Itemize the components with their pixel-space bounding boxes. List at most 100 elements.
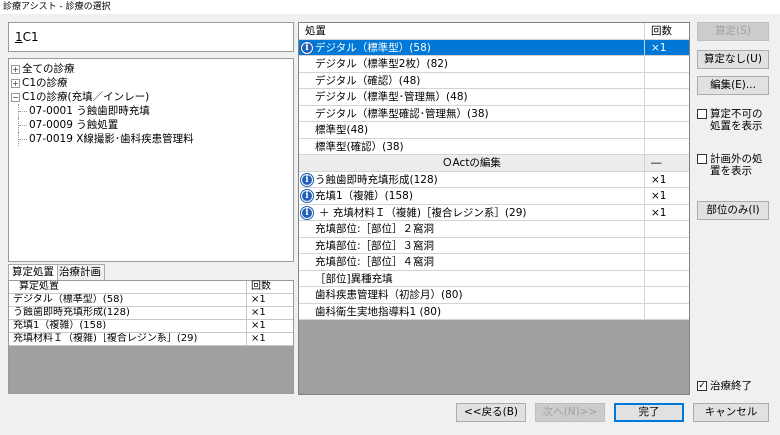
treatment-tree[interactable]: + 全ての診療 + C1の診療 − C1の診療(充填／インレー) 07-0001 う蝕… bbox=[8, 58, 294, 262]
show-unbillable-checkbox[interactable]: 算定不可の 処置を表示 bbox=[697, 108, 763, 132]
column-header-count[interactable]: 回数 bbox=[645, 23, 689, 39]
grid-row[interactable]: ［部位]異種充填 bbox=[299, 270, 689, 287]
next-button[interactable]: 次へ(N)>> bbox=[535, 403, 605, 422]
table-row[interactable]: デジタル（標準型）(58) ×1 bbox=[9, 294, 293, 307]
grid-cell-label: 歯科疾患管理料（初診月）(80) bbox=[315, 289, 463, 301]
grid-row[interactable]: 標準型(48) bbox=[299, 122, 689, 139]
santei-button[interactable]: 算定(S) bbox=[697, 22, 769, 41]
table-row[interactable]: う蝕歯即時充填形成(128) ×1 bbox=[9, 307, 293, 320]
show-unplanned-checkbox[interactable]: 計画外の処 置を表示 bbox=[697, 153, 763, 177]
grid-cell-label: 充填部位:［部位］３窩洞 bbox=[315, 239, 435, 252]
grid-cell-count: ×1 bbox=[651, 190, 667, 202]
table-cell: ×1 bbox=[251, 333, 266, 344]
grid-cell-label: ［部位]異種充填 bbox=[315, 272, 393, 285]
grid-cell-count bbox=[645, 271, 689, 287]
table-cell: ×1 bbox=[251, 307, 266, 318]
grid-cell-shochi: 標準型(48) bbox=[299, 122, 645, 138]
checkbox-box[interactable] bbox=[697, 109, 707, 119]
edit-button[interactable]: 編集(E)... bbox=[697, 76, 769, 95]
grid-row[interactable]: 標準型(確認）(38) bbox=[299, 138, 689, 155]
grid-cell-label: ＋ 充填材料Ｉ（複雑)［複合レジン系］(29) bbox=[319, 206, 527, 219]
grid-cell-count: ×1 bbox=[651, 206, 667, 219]
info-icon[interactable]: i bbox=[301, 41, 313, 54]
checkbox-label: 置を表示 bbox=[710, 165, 752, 177]
tab-santei-shochi[interactable]: 算定処置 bbox=[8, 264, 58, 280]
bui-nomi-button[interactable]: 部位のみ(I) bbox=[697, 201, 769, 220]
grid-cell-label: デジタル（標準型2枚）(82) bbox=[315, 58, 449, 70]
grid-cell-label: 標準型(48) bbox=[315, 124, 369, 136]
grid-row[interactable]: i ＋ 充填材料Ｉ（複雑)［複合レジン系］(29) ×1 bbox=[299, 204, 689, 221]
grid-header: 処置 回数 bbox=[299, 23, 689, 40]
grid-row[interactable]: i 充填1（複雑）(158) ×1 bbox=[299, 188, 689, 205]
back-button[interactable]: <<戻る(B) bbox=[456, 403, 526, 422]
column-header-shochi[interactable]: 処置 bbox=[299, 23, 645, 39]
grid-row[interactable]: 歯科衛生実地指導料1 (80) bbox=[299, 303, 689, 320]
tree-item-07-0009[interactable]: 07-0009 う蝕処置 bbox=[9, 118, 293, 132]
checkbox-label: 算定不可の bbox=[710, 108, 763, 120]
grid-row[interactable]: 充填部位:［部位］２窩洞 bbox=[299, 221, 689, 238]
treatment-end-checkbox[interactable]: ✓ 治療終了 bbox=[697, 380, 752, 392]
info-icon[interactable]: i bbox=[301, 173, 313, 186]
info-icon[interactable]: i bbox=[301, 190, 313, 202]
left-tabs: 算定処置 治療計画 bbox=[8, 264, 105, 280]
grid-cell-count: ×1 bbox=[651, 173, 667, 186]
table-row[interactable]: 充填材料Ｉ（複雑)［複合レジン系］(29) ×1 bbox=[9, 333, 293, 346]
tree-item-c1[interactable]: + C1の診療 bbox=[9, 76, 293, 90]
grid-cell-count: ― bbox=[651, 157, 662, 169]
checkbox-box[interactable] bbox=[697, 154, 707, 164]
grid-row[interactable]: i デジタル（標準型）(58) ×1 bbox=[299, 39, 689, 56]
santei-table: 算定処置 回数 デジタル（標準型）(58) ×1 う蝕歯即時充填形成(128) ×1… bbox=[8, 280, 294, 394]
grid-row[interactable]: 歯科疾患管理料（初診月）(80) bbox=[299, 287, 689, 304]
grid-cell-count bbox=[645, 73, 689, 89]
tree-item-07-0019[interactable]: 07-0019 X線撮影･歯科疾患管理料 bbox=[9, 132, 293, 146]
grid-cell-count bbox=[645, 122, 689, 138]
grid-cell-shochi: デジタル（標準型確認･管理無）(38) bbox=[299, 105, 645, 121]
cancel-button[interactable]: キャンセル bbox=[693, 403, 769, 422]
grid-cell-count bbox=[645, 304, 689, 320]
grid-cell-count bbox=[645, 139, 689, 155]
grid-row[interactable]: デジタル（標準型2枚）(82) bbox=[299, 56, 689, 73]
grid-cell-shochi: 歯科衛生実地指導料1 (80) bbox=[299, 303, 645, 319]
grid-cell-count bbox=[645, 254, 689, 270]
grid-cell-count bbox=[645, 287, 689, 303]
grid-cell-label: 充填部位:［部位］４窩洞 bbox=[315, 256, 435, 268]
tree-item-c1-filling[interactable]: − C1の診療(充填／インレー) bbox=[9, 90, 293, 104]
tree-item-all[interactable]: + 全ての診療 bbox=[9, 62, 293, 76]
table-header: 算定処置 回数 bbox=[9, 281, 293, 294]
grid-cell-shochi: デジタル（確認）(48) bbox=[299, 72, 645, 88]
grid-cell-shochi: 標準型(確認）(38) bbox=[299, 138, 645, 154]
tree-item-07-0001[interactable]: 07-0001 う蝕歯即時充填 bbox=[9, 104, 293, 118]
collapse-icon[interactable]: − bbox=[11, 92, 20, 102]
info-icon[interactable]: i bbox=[301, 206, 313, 219]
check-icon[interactable]: ✓ bbox=[697, 381, 707, 391]
expand-icon[interactable]: + bbox=[11, 78, 20, 88]
grid-cell-shochi: i デジタル（標準型）(58) bbox=[299, 39, 645, 55]
tree-item-label: C1の診療 bbox=[22, 77, 68, 89]
expand-icon[interactable]: + bbox=[11, 64, 20, 74]
checkbox-label: 計画外の処 bbox=[710, 153, 763, 165]
grid-row[interactable]: デジタル（確認）(48) bbox=[299, 72, 689, 89]
table-cell: ×1 bbox=[251, 294, 266, 305]
done-button[interactable]: 完了 bbox=[614, 403, 684, 422]
grid-row[interactable]: i う蝕歯即時充填形成(128) ×1 bbox=[299, 171, 689, 188]
code-input[interactable]: 1C1 bbox=[8, 22, 294, 52]
shochi-grid[interactable]: 処置 回数 i デジタル（標準型）(58) ×1 デジタル（標準型2枚）(82) デジタ… bbox=[298, 22, 690, 395]
grid-row[interactable]: デジタル（標準型確認･管理無）(38) bbox=[299, 105, 689, 122]
grid-cell-shochi: i 充填1（複雑）(158) bbox=[299, 188, 645, 204]
column-header-count[interactable]: 回数 bbox=[247, 281, 293, 293]
grid-row[interactable]: デジタル（標準型･管理無）(48) bbox=[299, 89, 689, 106]
santei-nashi-button[interactable]: 算定なし(U) bbox=[697, 50, 769, 69]
grid-row[interactable]: 充填部位:［部位］３窩洞 bbox=[299, 237, 689, 254]
grid-cell-count bbox=[645, 106, 689, 122]
grid-row[interactable]: ＯActの編集 ― bbox=[299, 155, 689, 172]
grid-cell-count bbox=[645, 56, 689, 72]
table-row[interactable]: 充填1（複雑）(158) ×1 bbox=[9, 320, 293, 333]
table-cell: ×1 bbox=[251, 320, 266, 331]
checkbox-label: 処置を表示 bbox=[710, 120, 763, 132]
grid-row[interactable]: 充填部位:［部位］４窩洞 bbox=[299, 254, 689, 271]
tab-chiryo-keikaku[interactable]: 治療計画 bbox=[55, 264, 105, 280]
grid-cell-shochi: ［部位]異種充填 bbox=[299, 270, 645, 286]
grid-cell-label: デジタル（標準型）(58) bbox=[315, 41, 431, 54]
grid-cell-label: ＯActの編集 bbox=[442, 157, 501, 169]
column-header-shochi[interactable]: 算定処置 bbox=[9, 281, 247, 293]
